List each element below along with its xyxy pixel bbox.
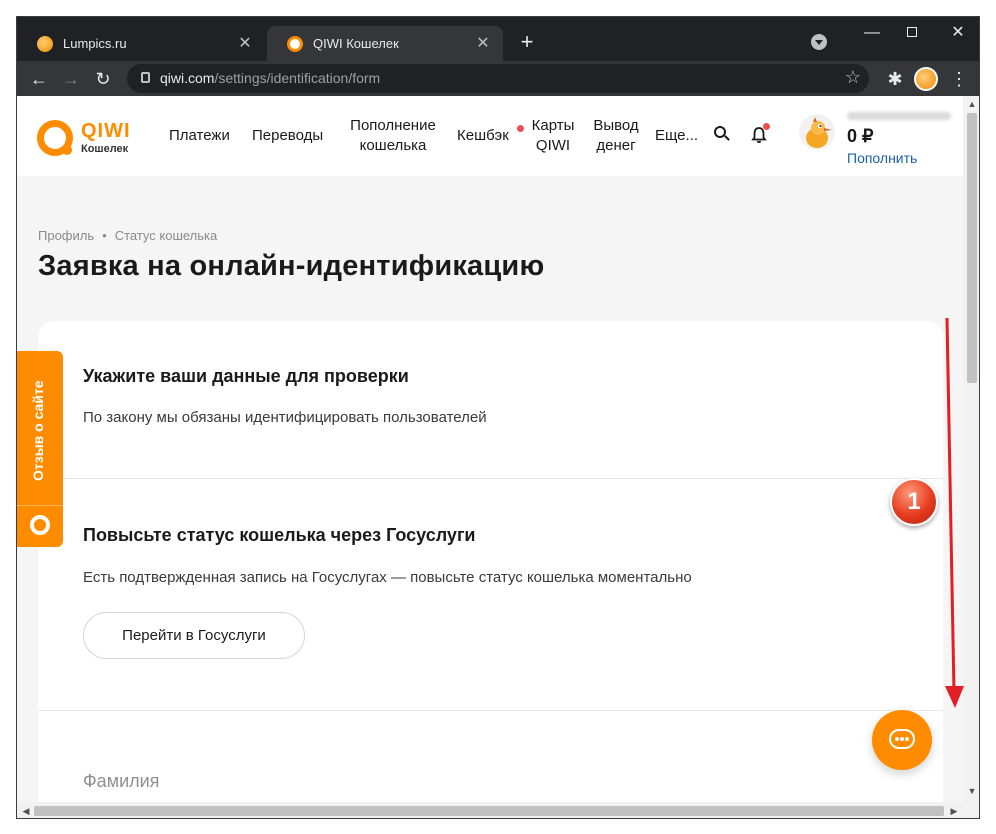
tab-close-icon[interactable]: ✕ (475, 35, 491, 52)
search-handle (724, 135, 730, 141)
chat-dot (900, 737, 904, 741)
step-number-badge: 1 (890, 478, 938, 526)
qiwi-logo-icon (37, 120, 73, 156)
identification-form-card: Укажите ваши данные для проверки По зако… (38, 321, 943, 818)
horizontal-scrollbar[interactable]: ◀ ▶ (17, 802, 963, 818)
scroll-up-arrow-icon[interactable]: ▲ (963, 99, 979, 109)
section-text-verify: По закону мы обязаны идентифицировать по… (83, 409, 487, 426)
bell-notification-dot (763, 123, 770, 130)
tab-close-icon[interactable]: ✕ (237, 35, 253, 52)
gosuslugi-button[interactable]: Перейти в Госуслуги (83, 612, 305, 659)
url-text[interactable]: qiwi.com/settings/identification/form (160, 70, 380, 86)
cashback-notification-dot (517, 125, 524, 132)
bookmark-star-icon[interactable]: ☆ (845, 67, 861, 88)
nav-cards[interactable]: Карты QIWI (527, 116, 579, 156)
tab-title: Lumpics.ru (63, 36, 127, 51)
kiwi-bird-icon (806, 117, 832, 148)
avatar[interactable] (799, 114, 835, 150)
reload-button[interactable]: ↻ (91, 67, 115, 91)
tab-title: QIWI Кошелек (313, 36, 399, 51)
forward-button[interactable]: → (59, 67, 83, 91)
divider (38, 478, 943, 479)
page-viewport: QIWI Кошелек Платежи Переводы Пополнение… (17, 96, 979, 818)
breadcrumb-profile[interactable]: Профиль (38, 228, 94, 243)
search-icon[interactable] (714, 126, 730, 142)
page-title: Заявка на онлайн-идентификацию (38, 250, 545, 282)
chat-dot (905, 737, 909, 741)
minimize-button[interactable]: — (857, 23, 887, 43)
maximize-icon (907, 27, 917, 37)
feedback-divider (17, 505, 63, 506)
browser-toolbar: ← → ↻ qiwi.com/settings/identification/f… (17, 61, 979, 96)
tab-strip: Lumpics.ru ✕ QIWI Кошелек ✕ + — ✕ (17, 17, 979, 61)
feedback-label: Отзыв о сайте (30, 380, 46, 481)
bell-icon[interactable] (750, 123, 770, 144)
qiwi-logo[interactable]: QIWI Кошелек (37, 120, 137, 162)
tab-lumpics[interactable]: Lumpics.ru ✕ (17, 26, 265, 61)
horizontal-scroll-thumb[interactable] (34, 806, 944, 816)
topup-link[interactable]: Пополнить (847, 150, 917, 166)
scroll-left-arrow-icon[interactable]: ◀ (17, 806, 35, 816)
qiwi-favicon-icon (287, 35, 303, 52)
close-window-button[interactable]: ✕ (943, 23, 973, 43)
extensions-icon[interactable]: ✱ (883, 67, 907, 91)
breadcrumb-separator: • (102, 228, 107, 243)
nav-payments[interactable]: Платежи (169, 126, 230, 146)
profile-avatar[interactable] (914, 67, 938, 91)
chat-button[interactable] (872, 710, 932, 770)
back-button[interactable]: ← (27, 67, 51, 91)
browser-menu-icon[interactable]: ⋮ (947, 67, 971, 91)
logo-word: QIWI (81, 120, 131, 142)
logo-subtitle: Кошелек (81, 143, 129, 155)
section-text-gosuslugi: Есть подтвержденная запись на Госуслугах… (83, 569, 692, 586)
divider (38, 710, 943, 711)
feedback-tab[interactable]: Отзыв о сайте (17, 351, 63, 547)
chat-dot (895, 737, 899, 741)
section-title-verify: Укажите ваши данные для проверки (83, 366, 409, 386)
nav-more[interactable]: Еще... (655, 126, 698, 146)
nav-topup[interactable]: Пополнение кошелька (343, 116, 443, 156)
browser-window: Lumpics.ru ✕ QIWI Кошелек ✕ + — ✕ ← → ↻ … (16, 16, 980, 819)
wallet-balance: 0 ₽ (847, 126, 874, 146)
lastname-field-label[interactable]: Фамилия (83, 771, 159, 792)
nav-transfers[interactable]: Переводы (252, 126, 323, 146)
scroll-down-arrow-icon[interactable]: ▼ (963, 786, 979, 796)
scroll-right-arrow-icon[interactable]: ▶ (945, 806, 963, 816)
qiwi-small-icon (30, 515, 50, 535)
new-tab-button[interactable]: + (515, 31, 539, 55)
nav-withdraw[interactable]: Вывод денег (591, 116, 641, 156)
section-title-gosuslugi: Повысьте статус кошелька через Госуслуги (83, 525, 476, 545)
nav-cashback[interactable]: Кешбэк (457, 126, 509, 146)
site-header: QIWI Кошелек Платежи Переводы Пополнение… (17, 96, 963, 176)
lock-icon (141, 72, 150, 83)
lumpics-favicon-icon (37, 35, 53, 52)
blurred-account-number (847, 112, 951, 120)
address-bar[interactable]: qiwi.com/settings/identification/form ☆ (127, 64, 869, 93)
breadcrumb-status[interactable]: Статус кошелька (115, 228, 218, 243)
tab-qiwi[interactable]: QIWI Кошелек ✕ (267, 26, 503, 61)
tab-search-icon[interactable] (811, 34, 827, 50)
vertical-scrollbar[interactable]: ▲ ▼ (963, 96, 979, 818)
vertical-scroll-thumb[interactable] (967, 113, 977, 383)
maximize-button[interactable] (897, 23, 927, 43)
breadcrumb: Профиль • Статус кошелька (38, 228, 217, 243)
